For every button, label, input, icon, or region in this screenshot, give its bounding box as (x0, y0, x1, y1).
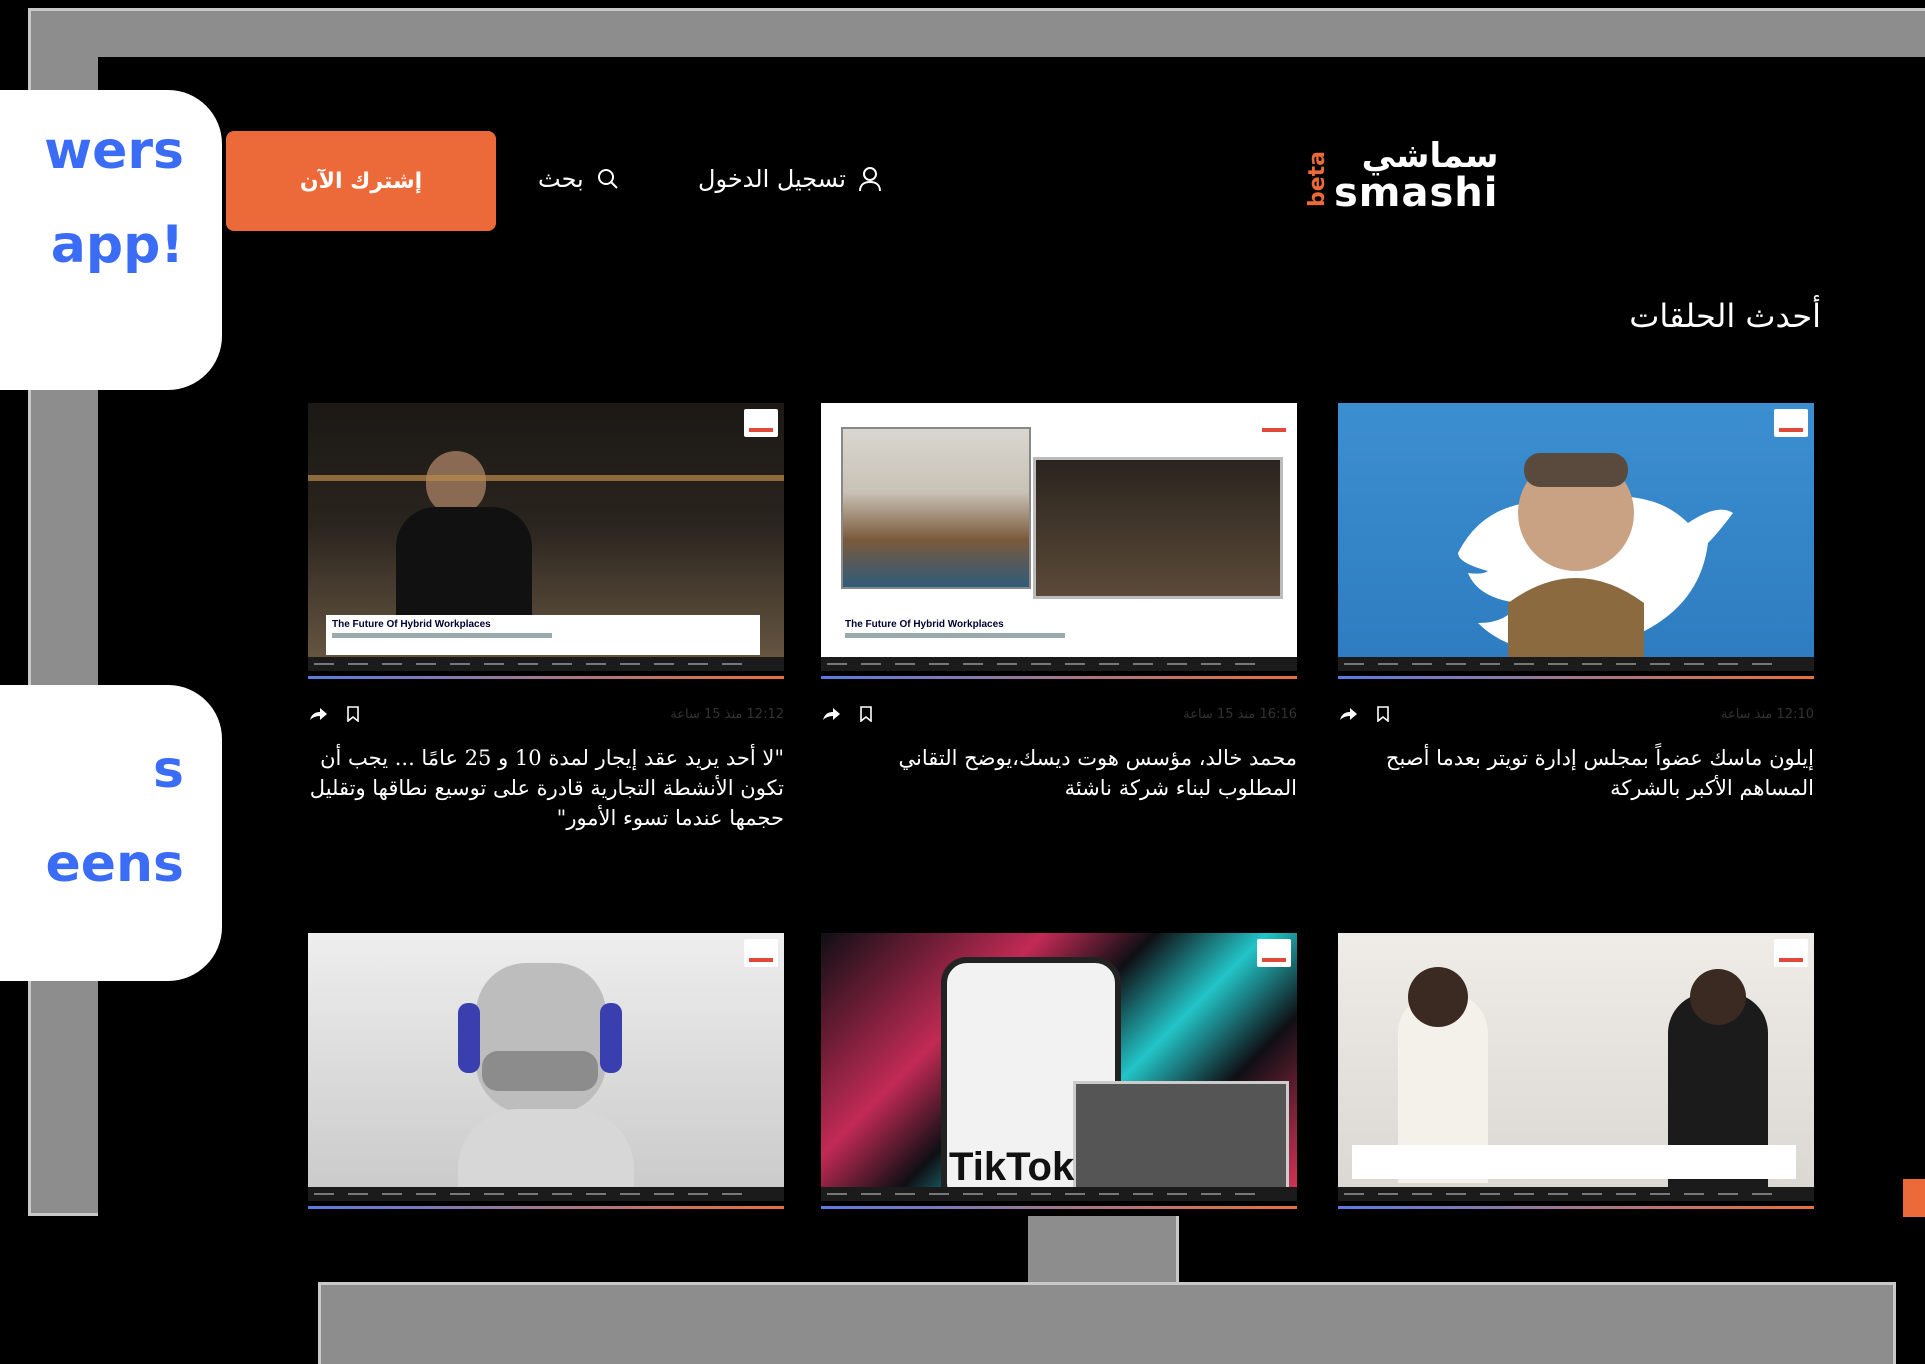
episode-time: 16:16 منذ 15 ساعة (1183, 706, 1297, 722)
progress-bar (1338, 1206, 1814, 1209)
news-ticker (1338, 1187, 1814, 1201)
episode-thumbnail[interactable]: The Future Of Hybrid Workplaces (821, 403, 1297, 671)
episode-thumbnail[interactable]: The Future Of Hybrid Workplaces (308, 403, 784, 671)
logo-latin: smashi (1334, 170, 1499, 216)
episode-title[interactable]: "لا أحد يريد عقد إيجار لمدة 10 و 25 عامً… (308, 743, 784, 833)
bookmark-icon[interactable] (1376, 706, 1390, 722)
search-icon (597, 169, 618, 189)
news-ticker (308, 1187, 784, 1201)
promo-bubble-line: wers (44, 121, 184, 181)
logo-arabic: سماشي (1361, 136, 1499, 176)
episode-thumbnail[interactable] (1338, 403, 1814, 671)
episode-thumbnail[interactable] (1338, 933, 1814, 1201)
episode-card[interactable] (1338, 933, 1814, 1209)
episode-card[interactable]: TikTok (821, 933, 1297, 1209)
news-ticker (1338, 657, 1814, 671)
monitor-stand-neck (1028, 1216, 1179, 1284)
user-icon (858, 167, 881, 192)
channel-logo (1774, 939, 1808, 967)
share-icon[interactable] (1338, 706, 1358, 722)
news-ticker (821, 657, 1297, 671)
promo-bubble: wers app! (0, 90, 222, 390)
video-lower-third: The Future Of Hybrid Workplaces (326, 615, 760, 655)
subscribe-button-label: إشترك الآن (299, 168, 423, 194)
app-screen: إشترك الآن بحث تسجيل الدخول beta سماشي s… (98, 57, 1925, 1219)
episode-card[interactable]: The Future Of Hybrid Workplaces 12:12 من… (308, 403, 784, 833)
scroll-to-top-button[interactable] (1903, 1179, 1925, 1217)
news-ticker (821, 1187, 1297, 1201)
promo-bubble: s eens (0, 685, 222, 981)
monitor-stand-base (318, 1282, 1896, 1364)
episode-thumbnail[interactable]: TikTok (821, 933, 1297, 1201)
login-label: تسجيل الدخول (698, 165, 846, 193)
video-caption: TikTok (949, 1145, 1075, 1189)
promo-bubble-line: s (153, 740, 184, 800)
bookmark-icon[interactable] (346, 706, 360, 722)
video-caption: The Future Of Hybrid Workplaces (332, 619, 491, 630)
channel-logo (744, 939, 778, 967)
channel-logo (1257, 939, 1291, 967)
progress-bar (308, 676, 784, 679)
episode-title[interactable]: محمد خالد، مؤسس هوت ديسك،يوضح التقاني ال… (821, 743, 1297, 803)
promo-bubble-line: eens (45, 834, 184, 894)
episode-card[interactable] (308, 933, 784, 1209)
subscribe-button[interactable]: إشترك الآن (226, 131, 496, 231)
channel-logo (1257, 409, 1291, 437)
progress-bar (308, 1206, 784, 1209)
share-icon[interactable] (308, 706, 328, 722)
progress-bar (821, 1206, 1297, 1209)
news-ticker (308, 657, 784, 671)
episode-card[interactable]: The Future Of Hybrid Workplaces 16:16 من… (821, 403, 1297, 803)
smashi-logo[interactable]: beta سماشي smashi (1305, 136, 1499, 216)
channel-logo (1774, 409, 1808, 437)
channel-logo (744, 409, 778, 437)
section-title: أحدث الحلقات (1629, 297, 1821, 335)
promo-bubble-line: app! (50, 215, 184, 275)
share-icon[interactable] (821, 706, 841, 722)
login-link[interactable]: تسجيل الدخول (698, 165, 882, 193)
progress-bar (821, 676, 1297, 679)
twitter-bird-icon (1458, 453, 1733, 671)
episode-card[interactable]: 12:10 منذ ساعة إيلون ماسك عضواً بمجلس إد… (1338, 403, 1814, 803)
search-label: بحث (538, 165, 584, 193)
progress-bar (1338, 676, 1814, 679)
video-lower-third: The Future Of Hybrid Workplaces (839, 615, 1273, 655)
episode-title[interactable]: إيلون ماسك عضواً بمجلس إدارة تويتر بعدما… (1338, 743, 1814, 803)
logo-beta: beta (1305, 150, 1330, 207)
bookmark-icon[interactable] (859, 706, 873, 722)
monitor-frame: إشترك الآن بحث تسجيل الدخول beta سماشي s… (28, 8, 1925, 1219)
episode-thumbnail[interactable] (308, 933, 784, 1201)
episode-time: 12:12 منذ 15 ساعة (670, 706, 784, 722)
video-caption: The Future Of Hybrid Workplaces (845, 619, 1004, 630)
episode-time: 12:10 منذ ساعة (1720, 706, 1814, 722)
search-link[interactable]: بحث (538, 165, 620, 193)
